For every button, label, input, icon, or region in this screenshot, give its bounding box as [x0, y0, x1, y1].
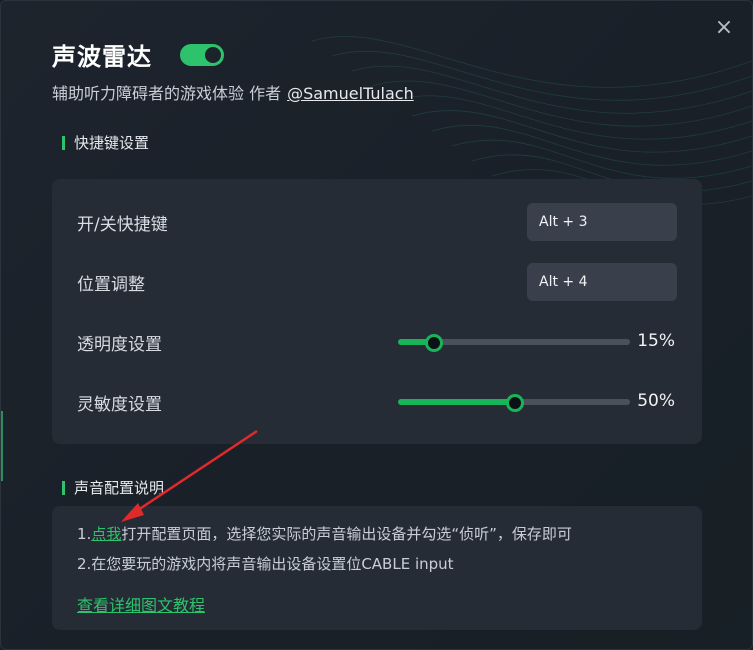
audio-heading-text: 声音配置说明 — [74, 479, 165, 497]
hotkeys-card: 开/关快捷键 Alt + 3 位置调整 Alt + 4 透明度设置 15% 灵敏… — [52, 179, 702, 444]
sensitivity-label: 灵敏度设置 — [77, 394, 162, 415]
close-icon[interactable]: × — [710, 13, 738, 41]
opacity-row: 透明度设置 15% — [77, 323, 677, 361]
instruction-line-2: 2.在您要玩的游戏内将声音输出设备设置位CABLE input — [77, 555, 454, 573]
hotkey-toggle-input[interactable]: Alt + 3 — [527, 203, 677, 241]
hotkey-position-label: 位置调整 — [77, 274, 145, 295]
author-link[interactable]: @SamuelTulach — [287, 84, 414, 103]
hotkey-row-position: 位置调整 Alt + 4 — [77, 263, 677, 301]
sound-radar-dialog: × 声波雷达 辅助听力障碍者的游戏体验 作者 @SamuelTulach 快捷键设… — [0, 0, 753, 650]
open-config-link[interactable]: 点我 — [91, 525, 121, 543]
section-accent-bar — [62, 135, 65, 150]
section-accent-bar — [62, 480, 65, 495]
sensitivity-slider-handle[interactable] — [506, 394, 524, 412]
subtitle-text: 辅助听力障碍者的游戏体验 作者 — [52, 84, 282, 103]
hotkeys-section-heading: 快捷键设置 — [62, 132, 149, 153]
audio-config-card: 1.点我打开配置页面，选择您实际的声音输出设备并勾选“侦听”，保存即可 2.在您… — [52, 506, 702, 630]
instruction-line-1: 1.点我打开配置页面，选择您实际的声音输出设备并勾选“侦听”，保存即可 — [77, 523, 572, 544]
audio-section-heading: 声音配置说明 — [62, 477, 164, 498]
title-row: 声波雷达 — [52, 37, 224, 72]
sensitivity-row: 灵敏度设置 50% — [77, 383, 677, 421]
opacity-value: 15% — [637, 331, 675, 351]
hotkey-toggle-label: 开/关快捷键 — [77, 214, 168, 235]
dialog-title: 声波雷达 — [52, 43, 152, 71]
left-edge-marker — [1, 411, 3, 481]
enable-toggle[interactable] — [180, 43, 224, 66]
sensitivity-value: 50% — [637, 391, 675, 411]
sensitivity-slider-fill — [398, 399, 514, 405]
line1-prefix: 1. — [77, 525, 92, 543]
opacity-slider-handle[interactable] — [424, 334, 443, 352]
hotkey-row-toggle: 开/关快捷键 Alt + 3 — [77, 203, 677, 241]
hotkeys-heading-text: 快捷键设置 — [74, 134, 150, 152]
opacity-slider[interactable] — [398, 334, 630, 352]
hotkey-position-input[interactable]: Alt + 4 — [527, 263, 677, 301]
sensitivity-slider[interactable] — [398, 394, 630, 412]
subtitle: 辅助听力障碍者的游戏体验 作者 @SamuelTulach — [52, 80, 414, 104]
line1-text: 打开配置页面，选择您实际的声音输出设备并勾选“侦听”，保存即可 — [121, 525, 572, 543]
tutorial-link[interactable]: 查看详细图文教程 — [77, 592, 205, 616]
opacity-label: 透明度设置 — [77, 334, 162, 355]
